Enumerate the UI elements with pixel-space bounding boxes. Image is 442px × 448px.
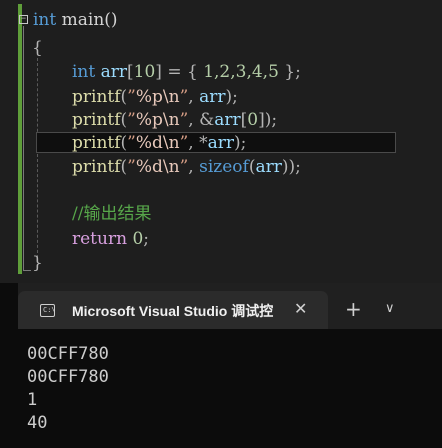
new-tab-plus-icon[interactable]: +	[345, 297, 362, 321]
code-line-6[interactable]: printf(”%d\n”, *arr);	[72, 132, 246, 154]
terminal-output-line-1: 00CFF780	[27, 344, 109, 364]
code-line-3[interactable]: int arr[10] = { 1,2,3,4,5 };	[72, 61, 301, 83]
fold-end	[23, 270, 31, 271]
console-icon-label: C:\	[43, 306, 56, 314]
fold-line	[23, 26, 24, 270]
collapse-icon[interactable]: −	[19, 15, 28, 24]
chevron-down-icon[interactable]: ∨	[385, 301, 395, 316]
code-line-4[interactable]: printf(”%p\n”, arr);	[72, 86, 238, 108]
code-line-1[interactable]: int main()	[33, 9, 118, 31]
terminal-output-line-2: 00CFF780	[27, 367, 109, 387]
code-editor[interactable]: − int main() { int arr[10] = { 1,2,3,4,5…	[0, 0, 442, 283]
code-line-7[interactable]: printf(”%d\n”, sizeof(arr));	[72, 156, 301, 178]
change-marker-bar	[18, 4, 22, 274]
terminal-tab-title: Microsoft Visual Studio 调试控	[72, 303, 274, 319]
code-line-5[interactable]: printf(”%p\n”, &arr[0]);	[72, 109, 277, 131]
terminal-output-line-3: 1	[27, 390, 38, 410]
indent-guide	[37, 58, 38, 258]
terminal-output-line-4: 40	[27, 413, 48, 433]
console-icon: C:\	[40, 304, 56, 317]
code-line-2[interactable]: {	[32, 37, 43, 59]
code-line-10[interactable]: }	[32, 252, 43, 274]
code-line-9[interactable]: return 0;	[72, 228, 149, 250]
code-line-8-comment[interactable]: //输出结果	[72, 203, 151, 225]
close-icon[interactable]: ✕	[294, 299, 307, 318]
